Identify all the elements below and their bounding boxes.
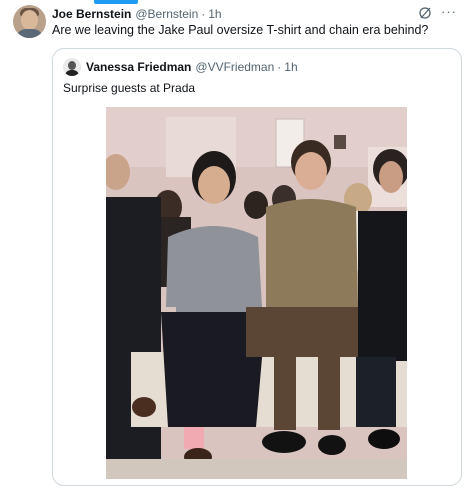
more-icon[interactable]: ··· (440, 4, 458, 20)
quoted-header: Vanessa Friedman @VVFriedman · 1h (86, 60, 298, 74)
author-handle[interactable]: @Bernstein (135, 7, 198, 21)
quoted-time[interactable]: 1h (284, 60, 297, 74)
attached-photo[interactable] (106, 107, 407, 479)
tweet-header: Joe Bernstein @Bernstein · 1h ··· (52, 4, 458, 22)
tweet-time[interactable]: 1h (208, 7, 221, 21)
tweet[interactable]: Joe Bernstein @Bernstein · 1h ··· Are we… (0, 0, 468, 492)
grok-icon[interactable] (418, 6, 432, 20)
quoted-author-name[interactable]: Vanessa Friedman (86, 60, 191, 74)
quoted-author-avatar[interactable] (63, 58, 81, 76)
separator-dot: · (201, 7, 206, 21)
author-avatar[interactable] (13, 5, 46, 38)
quoted-separator-dot: · (277, 60, 282, 74)
quoted-tweet[interactable]: Vanessa Friedman @VVFriedman · 1h Surpri… (52, 48, 462, 486)
quoted-text: Surprise guests at Prada (63, 81, 196, 95)
tweet-text: Are we leaving the Jake Paul oversize T-… (52, 23, 429, 37)
photo-illustration (106, 107, 407, 479)
author-name[interactable]: Joe Bernstein (52, 7, 131, 21)
quoted-author-handle[interactable]: @VVFriedman (195, 60, 274, 74)
